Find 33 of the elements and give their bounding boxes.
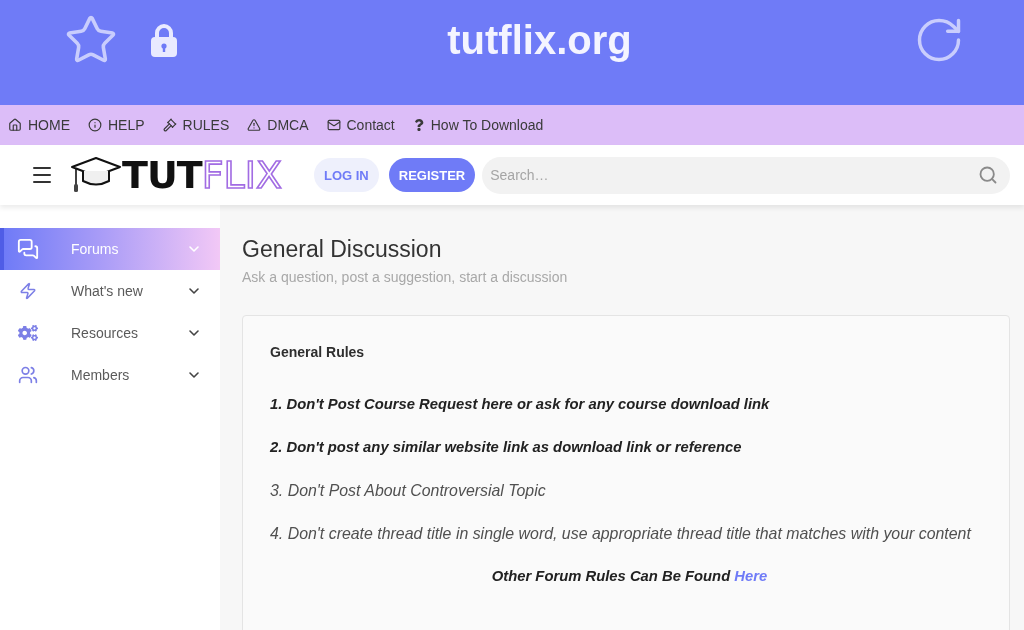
nav-link[interactable]: RULES <box>162 117 230 133</box>
nav-link[interactable]: HOME <box>8 117 70 133</box>
chat-bubbles-icon <box>17 238 39 260</box>
logo-wordmark[interactable]: TUTFLIX <box>122 155 282 195</box>
home-icon <box>8 118 22 132</box>
rule-text: 1. Don't Post Course Request here or ask for any course download link <box>270 395 771 414</box>
rule-text: 4. Don't create thread title in single word, use appropriate thread title that matches with your content <box>270 524 973 544</box>
search-icon[interactable] <box>978 164 998 185</box>
rule-text: 2. Don't post any similar website link as download link or reference <box>270 438 743 457</box>
question-icon <box>412 119 425 131</box>
gears-icon <box>18 323 38 343</box>
gavel-icon <box>162 118 177 132</box>
notice-heading: General Rules <box>270 343 366 362</box>
rules-footer-text: Other Forum Rules Can Be Found Here <box>490 567 769 586</box>
lightning-icon <box>19 282 37 300</box>
lock-icon <box>150 23 178 57</box>
warning-icon <box>247 118 262 132</box>
graduation-cap-icon <box>70 157 122 193</box>
nav-link[interactable]: Contact <box>326 117 395 133</box>
forum-description: Ask a question, post a suggestion, start a discussion <box>242 268 569 287</box>
sidebar-item[interactable]: Members <box>0 354 220 396</box>
nav-link[interactable]: DMCA <box>247 117 309 133</box>
sidebar-item[interactable]: Resources <box>0 312 220 354</box>
sidebar-item[interactable]: What's new <box>0 270 220 312</box>
nav-link[interactable]: HELP <box>88 117 145 133</box>
info-icon <box>88 118 102 132</box>
rule-text: 3. Don't Post About Controversial Topic <box>270 481 547 501</box>
search-field[interactable]: Search… <box>482 156 1010 194</box>
nav-link[interactable]: How To Download <box>412 117 544 133</box>
forum-title: General Discussion <box>242 235 443 264</box>
users-icon <box>18 365 38 385</box>
mail-icon <box>326 118 341 132</box>
register-button[interactable]: REGISTER <box>388 158 476 192</box>
